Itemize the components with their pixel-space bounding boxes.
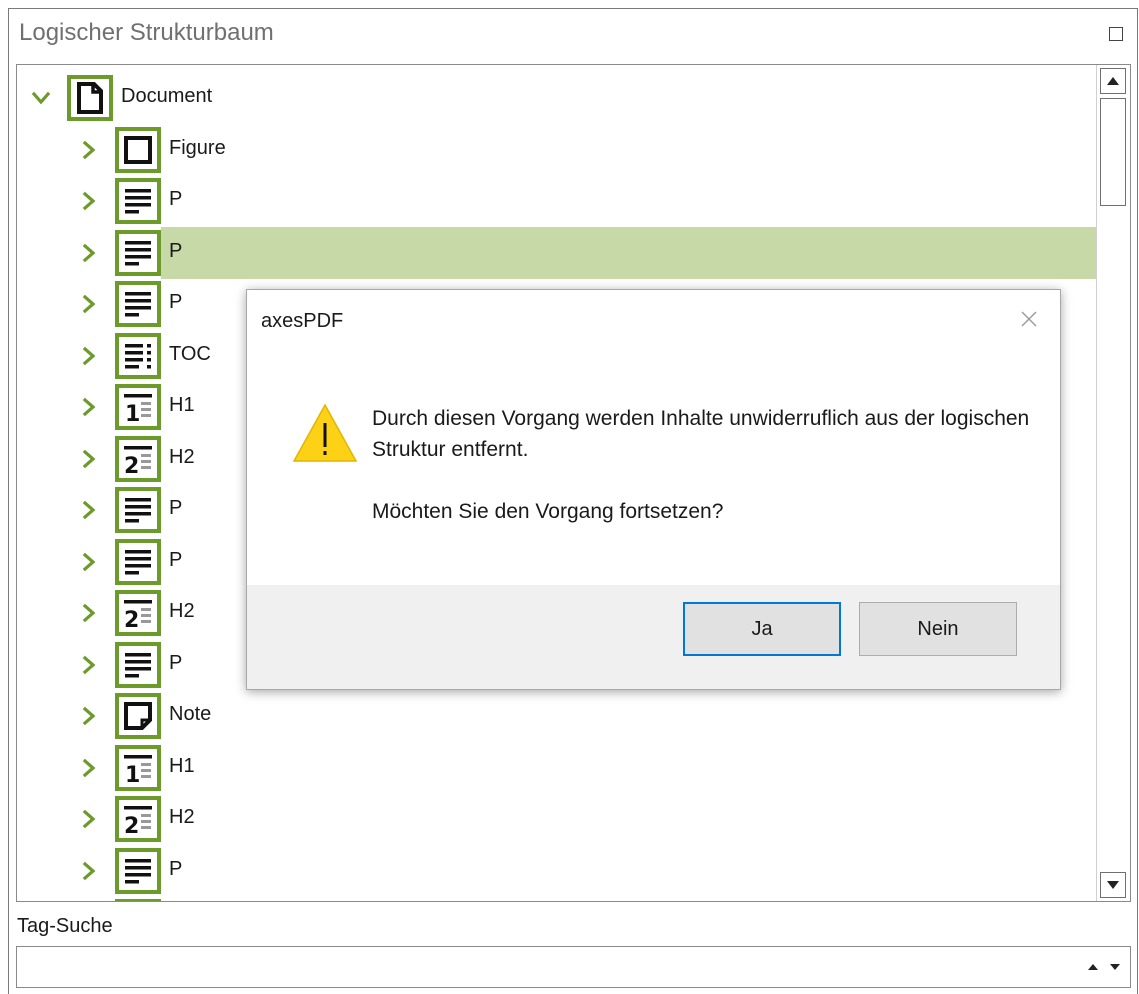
paragraph-icon: [115, 847, 161, 894]
toc-icon: [115, 332, 161, 379]
tag-search-field: [16, 946, 1131, 988]
dialog-title: axesPDF: [261, 310, 344, 332]
arrow-down-icon: [1107, 881, 1119, 889]
chevron-right-icon[interactable]: [75, 857, 103, 885]
svg-text:2: 2: [124, 814, 139, 835]
tree-row-label: P: [169, 188, 183, 210]
tree-row-label: Document: [121, 85, 213, 107]
chevron-right-icon[interactable]: [75, 342, 103, 370]
paragraph-icon: [115, 487, 161, 533]
dialog-question-text: Möchten Sie den Vorgang fortsetzen?: [372, 500, 724, 523]
chevron-right-icon[interactable]: [75, 754, 103, 782]
dialog-message: Durch diesen Vorgang werden Inhalte unwi…: [372, 403, 1032, 527]
scroll-up-button[interactable]: [1100, 68, 1126, 94]
chevron-right-icon[interactable]: [75, 651, 103, 679]
chevron-right-icon[interactable]: [75, 445, 103, 473]
tree-row[interactable]: 1 H1: [17, 742, 1093, 794]
paragraph-icon: [115, 178, 161, 224]
tree-row-label: TOC: [169, 342, 211, 365]
maximize-icon[interactable]: [1109, 27, 1123, 41]
tree-row-label: H2: [169, 806, 195, 828]
svg-text:1: 1: [125, 402, 140, 423]
arrow-up-icon: [1107, 77, 1119, 85]
tag-search-input[interactable]: [21, 951, 1065, 985]
no-button[interactable]: Nein: [859, 602, 1017, 656]
svg-text:2: 2: [124, 608, 139, 629]
tree-row-label: P: [169, 548, 183, 571]
dialog-button-bar: Ja Nein: [247, 585, 1060, 689]
warning-icon: [292, 403, 358, 462]
panel-title: Logischer Strukturbaum: [19, 19, 274, 46]
search-next-icon[interactable]: [1108, 961, 1122, 973]
tree-row-label: H1: [169, 394, 195, 416]
chevron-right-icon[interactable]: [75, 239, 103, 267]
chevron-right-icon[interactable]: [75, 290, 103, 318]
document-icon: [67, 75, 113, 121]
heading2-icon: 2: [115, 435, 161, 482]
tree-row-label: P: [169, 857, 183, 880]
chevron-right-icon[interactable]: [75, 393, 103, 421]
chevron-down-icon[interactable]: [27, 84, 55, 112]
scroll-thumb[interactable]: [1100, 98, 1126, 206]
tree-row[interactable]: Figure: [17, 124, 1093, 176]
chevron-right-icon[interactable]: [75, 548, 103, 576]
yes-button[interactable]: Ja: [683, 602, 841, 656]
note-icon: [115, 693, 161, 739]
heading1-icon: 1: [115, 744, 161, 791]
tree-row-label: P: [169, 651, 183, 674]
paragraph-icon: [115, 229, 161, 276]
vertical-scrollbar[interactable]: [1096, 65, 1130, 901]
tree-row-label: H2: [169, 600, 195, 622]
tree-root-row[interactable]: Document: [17, 72, 1093, 124]
tree-row-label: H2: [169, 445, 195, 468]
chevron-right-icon[interactable]: [75, 702, 103, 730]
tree-row-label: P: [169, 291, 183, 313]
chevron-right-icon[interactable]: [75, 805, 103, 833]
tree-row-label: Note: [169, 703, 212, 725]
svg-text:1: 1: [125, 763, 140, 784]
chevron-right-icon[interactable]: [75, 136, 103, 164]
tree-row-label: Figure: [169, 136, 226, 159]
heading2-icon: 2: [115, 796, 161, 842]
selection-highlight: [161, 226, 1096, 279]
paragraph-icon: [115, 641, 161, 688]
tree-row[interactable]: Note: [17, 690, 1093, 742]
paragraph-icon: [115, 538, 161, 585]
chevron-right-icon[interactable]: [75, 599, 103, 627]
chevron-right-icon[interactable]: [75, 187, 103, 215]
dialog-message-text: Durch diesen Vorgang werden Inhalte unwi…: [372, 407, 1030, 461]
paragraph-icon: [115, 281, 161, 327]
scroll-down-button[interactable]: [1100, 872, 1126, 898]
confirm-dialog: axesPDF Durch diesen Vorgang werden Inha…: [246, 289, 1061, 690]
paragraph-icon: [115, 899, 161, 901]
tree-row[interactable]: 2 H2: [17, 793, 1093, 845]
close-icon[interactable]: [1020, 310, 1038, 328]
tree-row[interactable]: [17, 896, 1093, 901]
tree-row-label: P: [169, 239, 183, 262]
tree-row[interactable]: P: [17, 175, 1093, 227]
heading2-icon: 2: [115, 590, 161, 636]
chevron-right-icon[interactable]: [75, 496, 103, 524]
tree-row[interactable]: P: [17, 226, 1096, 279]
tree-row[interactable]: P: [17, 845, 1093, 897]
svg-text:2: 2: [124, 454, 139, 475]
tree-row-label: H1: [169, 754, 195, 777]
figure-icon: [115, 126, 161, 173]
heading1-icon: 1: [115, 384, 161, 430]
search-previous-icon[interactable]: [1086, 961, 1100, 973]
tag-search-label: Tag-Suche: [17, 915, 113, 937]
tree-row-label: P: [169, 497, 183, 519]
